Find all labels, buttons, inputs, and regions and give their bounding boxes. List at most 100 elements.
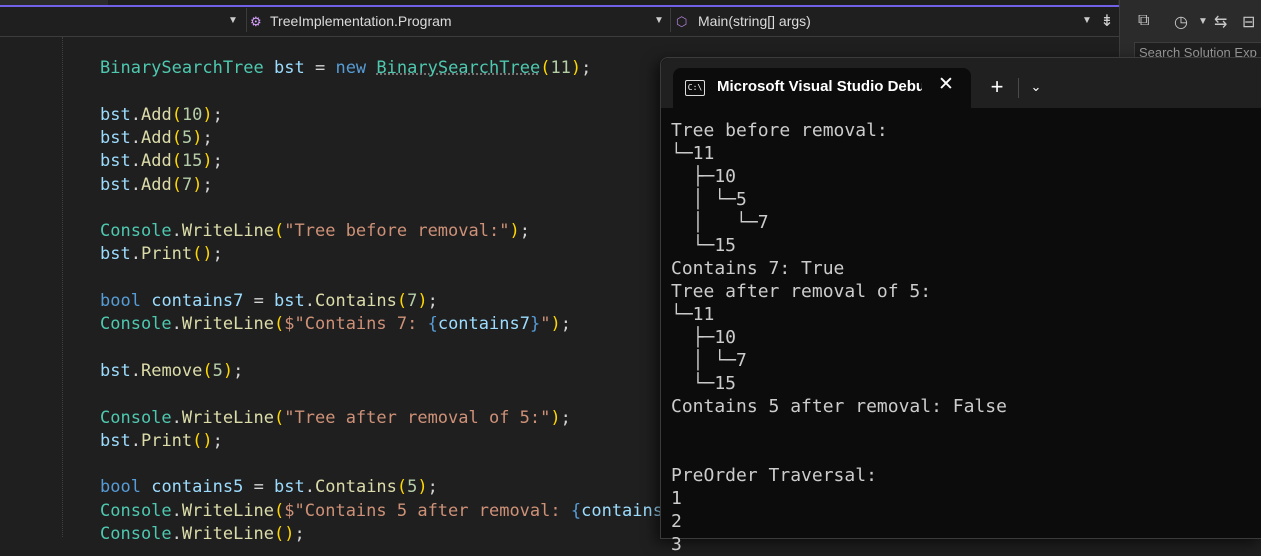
separator [1018, 78, 1019, 98]
code-token: ( [396, 291, 408, 311]
code-token: 7 [407, 291, 418, 311]
switch-views-icon[interactable]: ⇆ [1214, 12, 1227, 32]
chevron-down-icon: ▼ [654, 15, 664, 26]
history-icon[interactable]: ◷ [1174, 12, 1188, 32]
code-token: bst [100, 104, 131, 125]
chevron-down-icon: ▼ [1082, 15, 1092, 26]
method-icon: ⬡ [676, 14, 688, 29]
console-output: Tree before removal: └─11 ├─10 │ └─5 │ └─… [671, 119, 1007, 556]
code-token: 15 [181, 151, 203, 172]
code-token: . [130, 151, 141, 172]
console-app-icon: C:\ [685, 80, 705, 96]
code-token: new [335, 58, 367, 78]
code-token: contains7 [437, 314, 530, 335]
code-token: bst [274, 291, 305, 311]
code-token: ) [570, 58, 582, 78]
chevron-down-icon[interactable]: ▼ [1198, 16, 1208, 27]
code-token: ; [202, 127, 213, 148]
code-token: ) [509, 221, 520, 242]
code-line[interactable]: bool contains5 = bst.Contains(5); [100, 476, 438, 498]
code-token: ; [212, 430, 223, 451]
console-title-bar: C:\ Microsoft Visual Studio Debug Consol… [661, 58, 1261, 108]
collapse-all-icon[interactable]: ⊟ [1242, 12, 1255, 32]
code-token: 5 [407, 477, 418, 498]
code-line[interactable]: bool contains7 = bst.Contains(7); [100, 290, 438, 312]
code-token: bst [100, 244, 131, 265]
code-token: Add [140, 127, 172, 148]
code-token: bst [274, 477, 305, 498]
code-line[interactable]: bst.Print(); [100, 430, 223, 452]
code-line[interactable]: bst.Add(10); [100, 104, 223, 126]
code-token: Remove [140, 360, 203, 381]
code-token: WriteLine [181, 407, 275, 428]
code-line[interactable]: Console.WriteLine($"Contains 7: {contain… [100, 313, 571, 335]
class-icon: ⚙ [250, 14, 262, 29]
code-line[interactable]: bst.Add(7); [100, 174, 213, 196]
console-output-line: 2 [671, 511, 682, 532]
code-line[interactable]: BinarySearchTree bst = new BinarySearchT… [100, 57, 591, 79]
code-token: . [171, 500, 182, 521]
code-token: ( [274, 407, 285, 428]
code-token: ) [192, 174, 203, 195]
code-token: ) [202, 151, 213, 172]
console-output-line: └─15 [671, 235, 737, 256]
code-token: ) [192, 127, 203, 148]
code-token: Add [140, 104, 172, 125]
code-token: . [130, 174, 141, 195]
code-token: WriteLine [181, 221, 275, 242]
code-line[interactable]: bst.Remove(5); [100, 360, 243, 382]
code-line[interactable]: bst.Add(5); [100, 127, 213, 149]
code-line[interactable]: Console.WriteLine($"Contains 5 after rem… [100, 500, 714, 522]
code-token: ; [212, 104, 223, 125]
code-line[interactable]: bst.Add(15); [100, 150, 223, 172]
chevron-down-icon[interactable]: ⌄ [1025, 76, 1047, 98]
code-token: 10 [181, 104, 203, 125]
code-line[interactable]: Console.WriteLine("Tree after removal of… [100, 407, 571, 429]
close-icon[interactable]: ✕ [935, 74, 957, 96]
code-token: "Tree after removal of 5:" [284, 407, 551, 428]
code-token: = [304, 58, 336, 78]
console-output-line: │ └─7 [671, 212, 769, 233]
active-tab-accent [0, 5, 1119, 7]
code-token: ; [212, 244, 223, 265]
code-line[interactable]: bst.Print(); [100, 243, 223, 265]
code-token: ) [222, 360, 234, 381]
console-output-line: Tree after removal of 5: [671, 281, 932, 302]
code-token: ( [540, 58, 551, 78]
code-token: ( [274, 500, 285, 521]
code-token: . [171, 314, 182, 335]
code-line[interactable]: Console.WriteLine("Tree before removal:"… [100, 220, 530, 242]
debug-console-window[interactable]: C:\ Microsoft Visual Studio Debug Consol… [660, 57, 1261, 555]
code-token: ; [560, 407, 571, 428]
code-token: ( [274, 221, 285, 242]
console-tab[interactable]: C:\ Microsoft Visual Studio Debug Consol… [673, 68, 971, 108]
code-line[interactable]: Console.WriteLine(); [100, 523, 305, 545]
code-token: ( [396, 477, 408, 498]
code-token: . [171, 221, 182, 242]
code-token: bst [100, 360, 131, 381]
code-token: ) [417, 291, 428, 311]
sync-with-document-icon[interactable]: ⧉ [1138, 12, 1149, 30]
console-output-line: ├─10 [671, 327, 737, 348]
code-token: . [304, 477, 316, 498]
code-token: Console [100, 221, 172, 242]
class-dropdown[interactable]: ⚙ TreeImplementation.Program ▼ [250, 10, 666, 32]
plus-icon[interactable]: + [986, 76, 1008, 98]
split-editor-icon[interactable]: ⇟ [1097, 12, 1117, 32]
editor-navigation-bar: ▼ ⚙ TreeImplementation.Program ▼ ⬡ Main(st… [0, 0, 1119, 37]
code-token: ( [171, 151, 182, 172]
code-token: bst [274, 58, 305, 78]
code-token: } [529, 314, 541, 335]
code-token: ( [202, 360, 213, 381]
separator [246, 8, 247, 32]
console-output-line: └─11 [671, 304, 715, 325]
code-token: ; [202, 174, 213, 195]
code-token: = [243, 291, 275, 311]
method-dropdown[interactable]: ⬡ Main(string[] args) ▼ [676, 10, 1094, 32]
project-dropdown[interactable]: ▼ [0, 10, 240, 32]
code-token: bool [100, 291, 141, 311]
